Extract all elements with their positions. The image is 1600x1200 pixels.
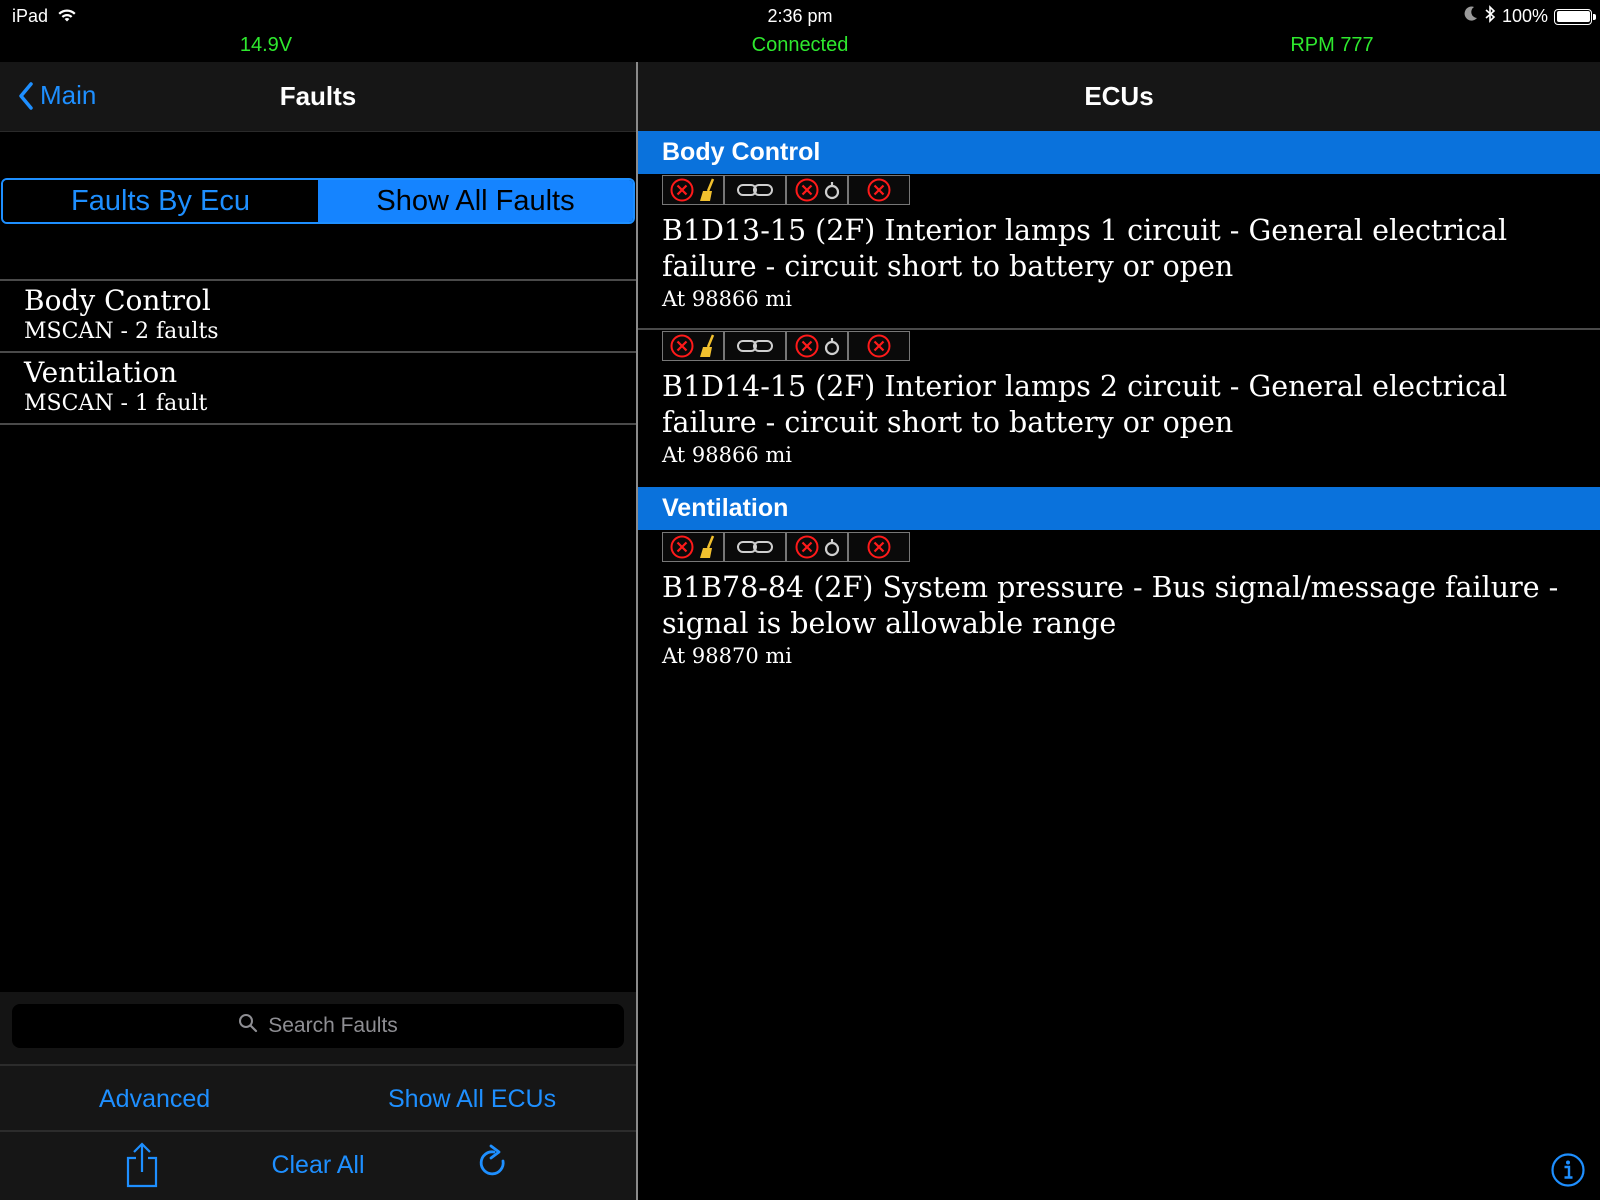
fault-status-icons — [662, 175, 910, 205]
chain-link-icon[interactable] — [724, 331, 786, 361]
ecu-name: Ventilation — [24, 356, 178, 389]
ecus-title: ECUs — [1084, 81, 1154, 111]
clear-all-button[interactable]: Clear All — [0, 1151, 636, 1180]
fault-row[interactable]: B1D13-15 (2F) Interior lamps 1 circuit -… — [638, 175, 1600, 325]
fault-row[interactable]: B1D14-15 (2F) Interior lamps 2 circuit -… — [638, 331, 1600, 481]
rpm-readout: RPM 777 — [1290, 34, 1374, 56]
battery-percent: 100% — [1501, 6, 1548, 26]
search-icon — [238, 1013, 258, 1039]
show-all-ecus-button[interactable]: Show All ECUs — [388, 1085, 556, 1114]
ecu-list: Body Control MSCAN - 2 faults Ventilatio… — [0, 279, 636, 425]
segment-show-all-faults[interactable]: Show All Faults — [318, 180, 633, 222]
options-toolbar: Advanced Show All ECUs — [0, 1064, 636, 1134]
fault-error-icon[interactable] — [848, 175, 910, 205]
clear-fault-icon[interactable] — [662, 175, 724, 205]
fault-error-icon[interactable] — [848, 532, 910, 562]
advanced-button[interactable]: Advanced — [99, 1085, 210, 1114]
telemetry-bar: 14.9V Connected RPM 777 — [0, 34, 1600, 62]
voltage-readout: 14.9V — [239, 34, 293, 56]
ecu-fault-count: MSCAN - 1 fault — [24, 391, 208, 416]
connection-status: Connected — [751, 34, 849, 56]
faults-pane: Main Faults Faults By Ecu Show All Fault… — [0, 62, 636, 1200]
action-toolbar: Clear All — [0, 1130, 636, 1200]
ecus-nav-bar: ECUs — [638, 62, 1600, 132]
moon-icon — [1464, 6, 1478, 27]
fault-error-icon[interactable] — [848, 331, 910, 361]
fault-mileage: At 98870 mi — [662, 644, 793, 668]
clear-fault-icon[interactable] — [662, 532, 724, 562]
clock: 2:36 pm — [767, 6, 833, 26]
info-icon[interactable] — [1550, 1152, 1586, 1193]
ecu-list-item-ventilation[interactable]: Ventilation MSCAN - 1 fault — [0, 353, 636, 425]
ecu-fault-count: MSCAN - 2 faults — [24, 319, 219, 344]
fault-description: B1D14-15 (2F) Interior lamps 2 circuit -… — [662, 370, 1508, 439]
fault-reset-icon[interactable] — [786, 532, 848, 562]
fault-row[interactable]: B1B78-84 (2F) System pressure - Bus sign… — [638, 532, 1600, 682]
battery-icon — [1554, 8, 1596, 25]
refresh-icon[interactable] — [476, 1144, 510, 1187]
fault-reset-icon[interactable] — [786, 331, 848, 361]
view-segmented-control: Faults By Ecu Show All Faults — [1, 178, 635, 224]
clear-fault-icon[interactable] — [662, 331, 724, 361]
chain-link-icon[interactable] — [724, 175, 786, 205]
bluetooth-icon — [1484, 5, 1496, 28]
status-indicators: 100% — [1464, 5, 1596, 28]
fault-description: B1B78-84 (2F) System pressure - Bus sign… — [662, 571, 1559, 640]
fault-mileage: At 98866 mi — [662, 287, 793, 311]
fault-status-icons — [662, 532, 910, 562]
fault-divider — [638, 328, 1600, 330]
chain-link-icon[interactable] — [724, 532, 786, 562]
ecus-pane: ECUs Body Control B1D13-15 (2F) Interior… — [638, 62, 1600, 1200]
section-header-ventilation: Ventilation — [638, 487, 1600, 530]
segment-faults-by-ecu[interactable]: Faults By Ecu — [3, 180, 318, 222]
fault-reset-icon[interactable] — [786, 175, 848, 205]
status-bar: iPad 2:36 pm 100% — [0, 0, 1600, 34]
search-input[interactable]: Search Faults — [12, 1004, 624, 1048]
ecu-name: Body Control — [24, 284, 211, 317]
fault-status-icons — [662, 331, 910, 361]
search-placeholder: Search Faults — [268, 1014, 398, 1037]
fault-mileage: At 98866 mi — [662, 443, 793, 467]
page-title: Faults — [279, 81, 357, 111]
fault-description: B1D13-15 (2F) Interior lamps 1 circuit -… — [662, 214, 1508, 283]
section-header-body-control: Body Control — [638, 131, 1600, 174]
ecu-list-item-body-control[interactable]: Body Control MSCAN - 2 faults — [0, 281, 636, 353]
faults-nav-bar: Main Faults — [0, 62, 636, 132]
